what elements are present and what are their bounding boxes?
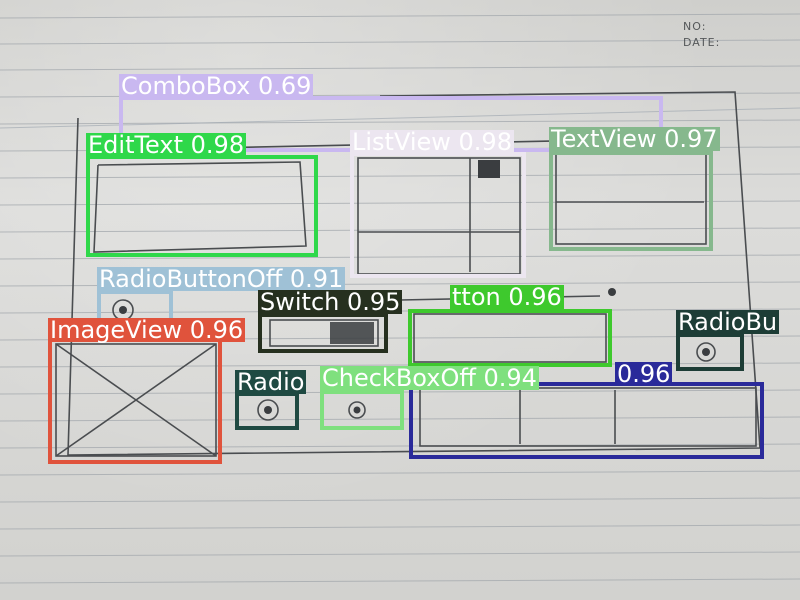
switch-detection-label: Switch 0.95 [258,288,403,316]
imageview-detection-box [48,338,222,464]
paper-date-label: DATE: [683,36,721,49]
checkboxoff-detection-box [320,390,404,430]
paper-no-label: NO: [683,20,707,33]
combobox-detection-label: ComboBox 0.69 [119,72,314,100]
textview-detection-box [549,151,713,251]
checkboxoff-detection-label: CheckBoxOff 0.94 [320,364,539,392]
bottom-bar-detection-box [409,382,764,459]
edittext-detection-label: EditText 0.98 [86,131,247,159]
radiobutton-right-detection-label: RadioBu [676,308,780,336]
imageview-detection-label: ImageView 0.96 [48,316,246,344]
bottom-bar-detection-label: 0.96 [615,360,673,388]
listview-detection-label: ListView 0.98 [350,128,514,156]
radiobutton-right-detection-box [676,333,744,371]
edittext-detection-box [86,155,318,257]
switch-detection-box [258,313,388,353]
button-detection-box [408,309,612,367]
textview-detection-label: TextView 0.97 [549,125,720,153]
listview-detection-box [350,152,526,278]
radio-left-detection-label: Radio [235,368,307,396]
radio-left-detection-box [235,392,299,430]
button-detection-label: tton 0.96 [450,283,564,311]
